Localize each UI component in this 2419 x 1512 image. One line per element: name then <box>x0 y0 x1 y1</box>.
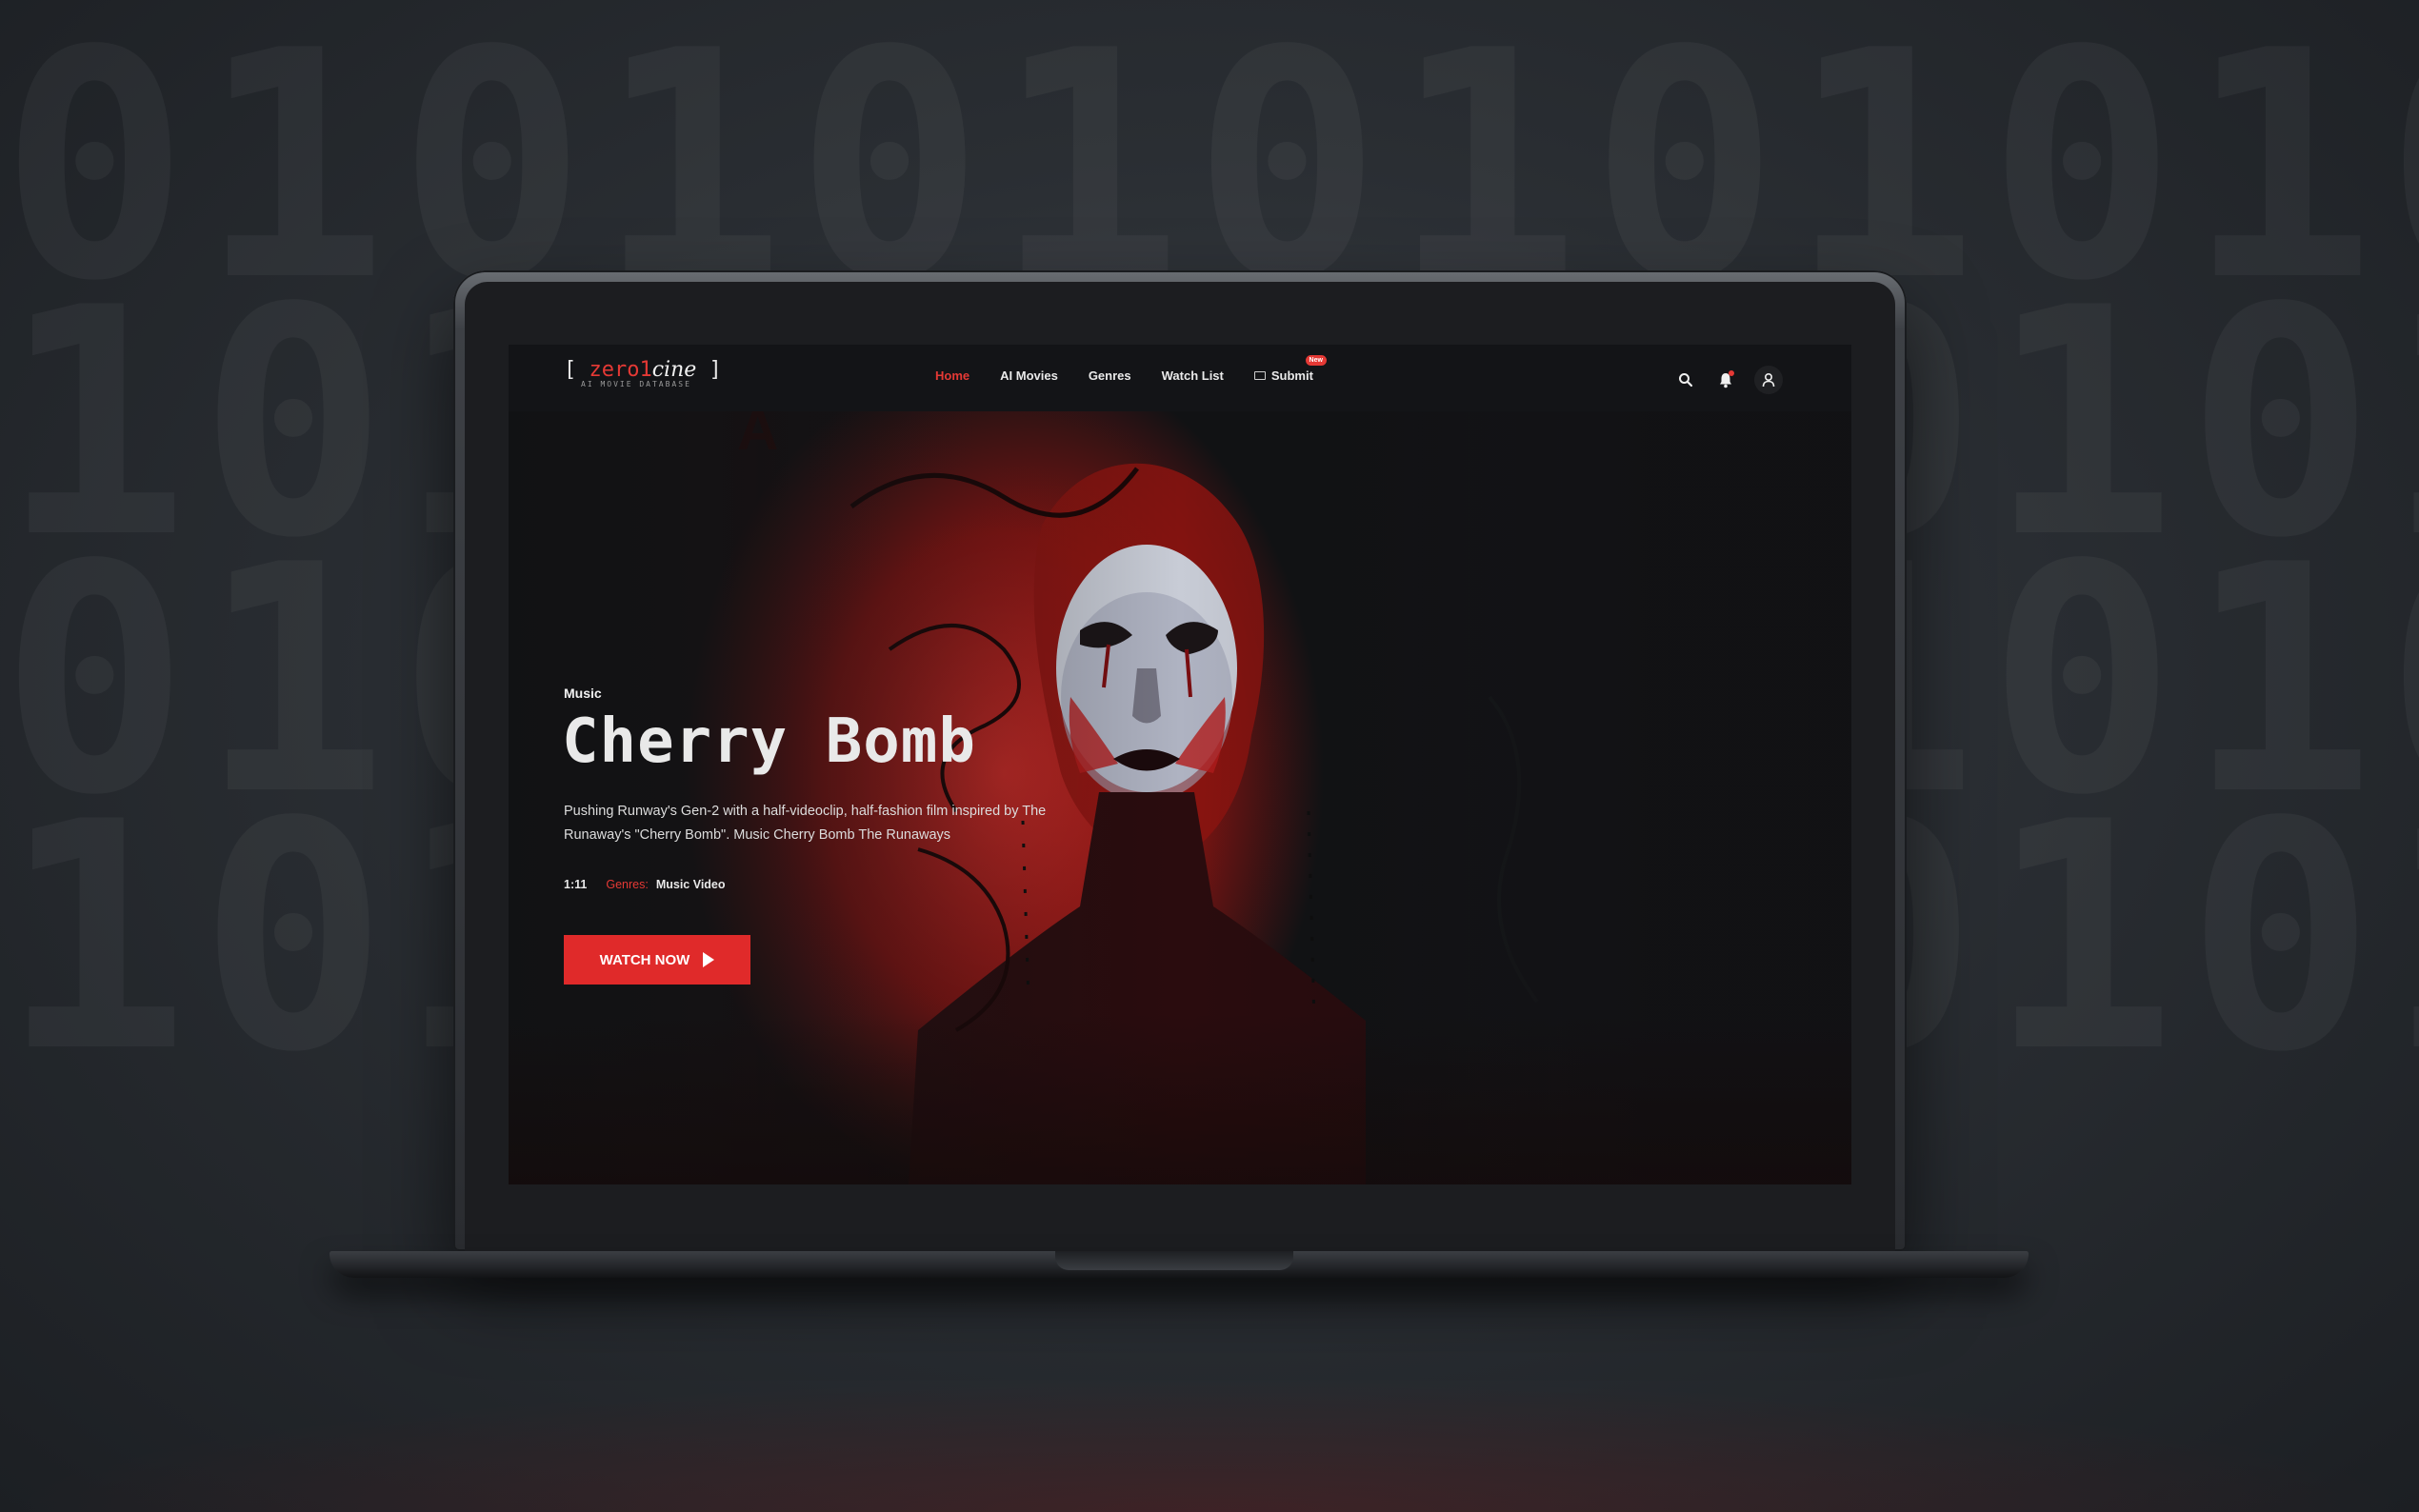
nav-item-home[interactable]: Home <box>935 368 970 383</box>
play-icon <box>703 952 715 967</box>
watch-now-button[interactable]: WATCH NOW <box>564 935 750 985</box>
bell-icon[interactable] <box>1714 368 1737 391</box>
hero-banner: A <box>509 411 1851 1184</box>
nav-item-ai-movies[interactable]: AI Movies <box>1000 368 1058 383</box>
nav-item-submit[interactable]: Submit New <box>1253 355 1327 383</box>
hero-description: Pushing Runway's Gen-2 with a half-video… <box>564 804 1047 843</box>
hero-category: Music <box>564 686 602 701</box>
watch-now-label: WATCH NOW <box>599 951 690 968</box>
background-floor-glow <box>0 1379 2419 1512</box>
duration: 1:11 <box>564 878 588 891</box>
main-menu: Home AI Movies Genres Watch List Submit … <box>935 355 1327 383</box>
nav-icon-group <box>1674 366 1783 394</box>
logo-bracket-left: [ <box>564 358 577 382</box>
nav-item-genres[interactable]: Genres <box>1089 368 1131 383</box>
site-logo[interactable]: [ zero1cine ] AI MOVIE DATABASE <box>564 358 722 388</box>
search-icon[interactable] <box>1674 368 1697 391</box>
hero-meta: 1:11 Genres: Music Video <box>564 878 726 891</box>
genres-label: Genres: <box>606 878 649 891</box>
logo-wordmark: [ zero1cine ] <box>564 358 722 382</box>
genres-value[interactable]: Music Video <box>656 878 726 891</box>
logo-zero: zero1 <box>589 358 652 382</box>
laptop-screen: A [ zero1cine ] AI MOVIE DATABASE Home A… <box>509 345 1851 1184</box>
new-badge: New <box>1305 355 1327 366</box>
nav-item-submit-label: Submit <box>1270 368 1313 383</box>
hero-title: Cherry Bomb <box>562 706 976 777</box>
user-icon[interactable] <box>1754 366 1783 394</box>
hero-bottom-fade <box>509 1013 1851 1184</box>
top-navigation: [ zero1cine ] AI MOVIE DATABASE Home AI … <box>509 345 1851 411</box>
nav-item-watch-list[interactable]: Watch List <box>1162 368 1224 383</box>
laptop-notch <box>1055 1251 1293 1270</box>
logo-bracket-right: ] <box>709 358 722 382</box>
upload-icon <box>1253 371 1266 381</box>
notification-dot <box>1729 370 1734 376</box>
logo-cine: cine <box>651 358 697 382</box>
